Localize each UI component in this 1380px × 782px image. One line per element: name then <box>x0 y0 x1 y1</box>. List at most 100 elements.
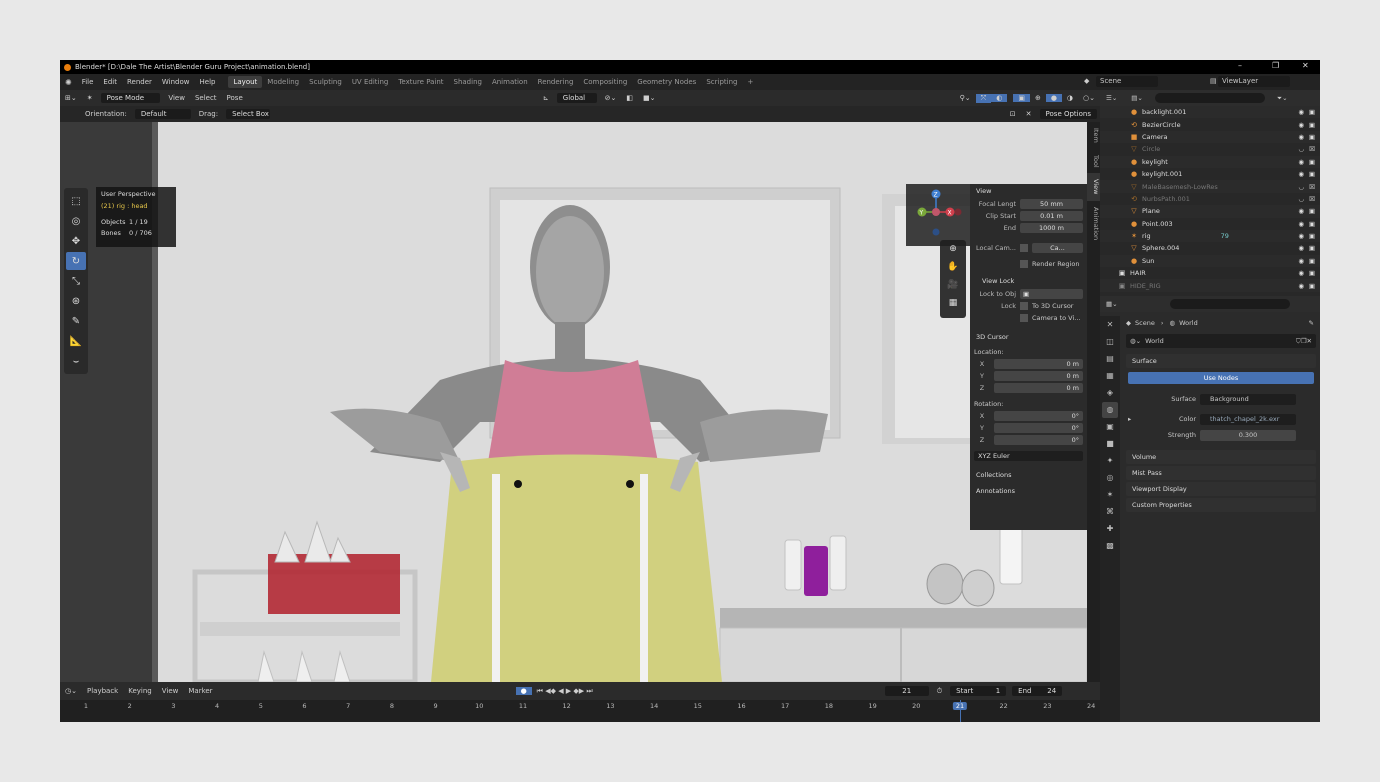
tab-tool[interactable]: Tool <box>1087 149 1100 174</box>
frame-tick[interactable]: 23 <box>1043 702 1051 710</box>
render-icon[interactable]: ▣ <box>1309 108 1315 116</box>
particles-tab-icon[interactable]: ◎ <box>1102 470 1118 486</box>
outliner-item-backlight-001[interactable]: ● backlight.001 ◉ ▣ <box>1100 106 1320 119</box>
viewlayer-selector[interactable]: ViewLayer <box>1218 76 1290 87</box>
render-icon[interactable]: ▣ <box>1309 121 1315 129</box>
outliner-item-plane[interactable]: ▽ Plane ◉ ▣ <box>1100 205 1320 218</box>
strength-field[interactable]: 0.300 <box>1200 429 1296 441</box>
render-icon[interactable]: ▣ <box>1309 170 1315 178</box>
eye-icon[interactable]: ◉ <box>1298 244 1304 252</box>
frame-tick[interactable]: 14 <box>650 702 658 710</box>
tab-rendering[interactable]: Rendering <box>533 76 579 88</box>
frame-tick[interactable]: 18 <box>825 702 833 710</box>
eye-closed-icon[interactable]: ◡ <box>1298 195 1304 203</box>
outliner-editor-icon[interactable]: ☰⌄ <box>1106 94 1117 102</box>
custom-properties-panel-header[interactable]: Custom Properties <box>1126 498 1316 512</box>
menu-render[interactable]: Render <box>122 78 157 86</box>
tab-sculpting[interactable]: Sculpting <box>304 76 347 88</box>
rotation-y-field[interactable]: 0° <box>994 423 1083 433</box>
frame-tick[interactable]: 15 <box>694 702 702 710</box>
measure-tool-icon[interactable]: 📐 <box>66 332 86 350</box>
frame-tick[interactable]: 22 <box>1000 702 1008 710</box>
tab-compositing[interactable]: Compositing <box>578 76 632 88</box>
proportional-icon[interactable]: ■⌄ <box>638 94 660 102</box>
frame-tick[interactable]: 11 <box>519 702 527 710</box>
pose-options-dropdown[interactable]: Pose Options <box>1039 109 1097 119</box>
frame-tick[interactable]: 4 <box>215 702 219 710</box>
scene-selector[interactable]: Scene <box>1096 76 1158 87</box>
visibility-icon[interactable]: ⚲⌄ <box>955 94 976 102</box>
outliner-item-point-003[interactable]: ● Point.003 ◉ ▣ <box>1100 218 1320 230</box>
menu-window[interactable]: Window <box>157 78 195 86</box>
rotation-x-field[interactable]: 0° <box>994 411 1083 421</box>
move-tool-icon[interactable]: ✥ <box>66 232 86 250</box>
render-region-checkbox[interactable] <box>1020 260 1028 268</box>
volume-panel-header[interactable]: Volume <box>1126 450 1316 464</box>
properties-editor-icon[interactable]: ▦⌄ <box>1106 300 1118 308</box>
filter-icon[interactable]: ⏷⌄ <box>1277 94 1288 103</box>
gizmo-toggle-icon[interactable]: ⤧ <box>975 93 992 103</box>
eye-icon[interactable]: ◉ <box>1298 282 1304 290</box>
tab-shading[interactable]: Shading <box>449 76 487 88</box>
frame-tick[interactable]: 19 <box>868 702 876 710</box>
start-frame-field[interactable]: 1 <box>996 687 1000 695</box>
frame-range-icon[interactable]: ⏱ <box>932 687 947 696</box>
annotate-tool-icon[interactable]: ✎ <box>66 312 86 330</box>
playback-controls[interactable]: ⏮ ◀◆ ◀ ▶ ◆▶ ⏭ <box>532 687 598 696</box>
outliner-item-camera[interactable]: ■ Camera ◉ ▣ <box>1100 130 1320 144</box>
mist-pass-panel-header[interactable]: Mist Pass <box>1126 466 1316 480</box>
tab-view[interactable]: View <box>1087 173 1100 201</box>
scene-tab-icon[interactable]: ◈ <box>1102 385 1118 401</box>
eye-icon[interactable]: ◉ <box>1298 269 1304 277</box>
marker-menu[interactable]: Marker <box>183 687 217 695</box>
tab-layout[interactable]: Layout <box>228 76 263 88</box>
menu-view[interactable]: View <box>163 94 190 102</box>
outliner-item-malebasemesh[interactable]: ▽ MaleBasemesh-LowRes ◡ ☒ <box>1100 180 1320 193</box>
frame-tick[interactable]: 10 <box>475 702 483 710</box>
expand-color-icon[interactable]: ▸ <box>1122 415 1132 423</box>
output-tab-icon[interactable]: ▤ <box>1102 351 1118 367</box>
frame-tick[interactable]: 12 <box>563 702 571 710</box>
minimize-button[interactable]: – <box>1238 61 1242 70</box>
tab-modeling[interactable]: Modeling <box>262 76 304 88</box>
tab-animation[interactable]: Animation <box>487 76 533 88</box>
render-icon[interactable]: ▣ <box>1309 269 1315 277</box>
texture-tab-icon[interactable]: ▩ <box>1102 538 1118 554</box>
orientation-dropdown[interactable]: Default <box>134 109 191 119</box>
view-layer-tab-icon[interactable]: ▦ <box>1102 368 1118 384</box>
render-icon[interactable]: ▣ <box>1309 207 1315 215</box>
world-datablock-field[interactable]: World <box>1141 337 1164 345</box>
outliner-item-rig[interactable]: ✶ rig 79 ◉ ▣ <box>1100 229 1320 243</box>
outliner-item-sphere-004[interactable]: ▽ Sphere.004 ◉ ▣ <box>1100 242 1320 254</box>
timeline-ruler[interactable]: 1 2 3 4 5 6 7 8 9 10 11 12 13 14 15 16 17 18 19 20 21 22 23 24 <box>60 700 1100 722</box>
eye-closed-icon[interactable]: ◡ <box>1298 145 1304 153</box>
editor-type-icon[interactable]: ⊞⌄ <box>60 94 82 102</box>
add-workspace-button[interactable]: + <box>742 76 758 88</box>
render-icon[interactable]: ▣ <box>1309 232 1315 240</box>
frame-tick[interactable]: 1 <box>84 702 88 710</box>
render-tab-icon[interactable]: ◫ <box>1102 334 1118 350</box>
frame-tick[interactable]: 21 <box>952 702 968 710</box>
xray-toggle-icon[interactable]: ▣ <box>1013 94 1030 102</box>
eye-icon[interactable]: ◉ <box>1298 207 1304 215</box>
perspective-grid-icon[interactable]: ▦ <box>940 294 966 312</box>
playback-menu[interactable]: Playback <box>82 687 123 695</box>
use-nodes-button[interactable]: Use Nodes <box>1128 372 1314 384</box>
surface-shader-field[interactable]: Background <box>1200 393 1296 405</box>
eye-icon[interactable]: ◉ <box>1298 232 1304 240</box>
view-lock-header[interactable]: View Lock <box>970 274 1087 288</box>
pivot-icon[interactable]: ⊘⌄ <box>600 94 622 102</box>
outliner-search-input[interactable] <box>1154 93 1265 103</box>
tab-animation-side[interactable]: Animation <box>1087 201 1100 246</box>
object-tab-icon[interactable]: ■ <box>1102 436 1118 452</box>
shading-wire-icon[interactable]: ⊕ <box>1030 94 1046 102</box>
location-z-field[interactable]: 0 m <box>994 383 1083 393</box>
maximize-button[interactable]: ❐ <box>1272 61 1279 70</box>
surface-panel-header[interactable]: Surface <box>1126 354 1316 368</box>
breadcrumb-world[interactable]: World <box>1179 319 1198 327</box>
pin-icon[interactable]: ✎ <box>1309 319 1314 327</box>
render-icon[interactable]: ▣ <box>1309 220 1315 228</box>
outliner-item-hair[interactable]: ▣ HAIR ◉ ▣ <box>1100 267 1320 279</box>
frame-tick[interactable]: 8 <box>390 702 394 710</box>
pan-hand-icon[interactable]: ✋ <box>940 258 966 276</box>
